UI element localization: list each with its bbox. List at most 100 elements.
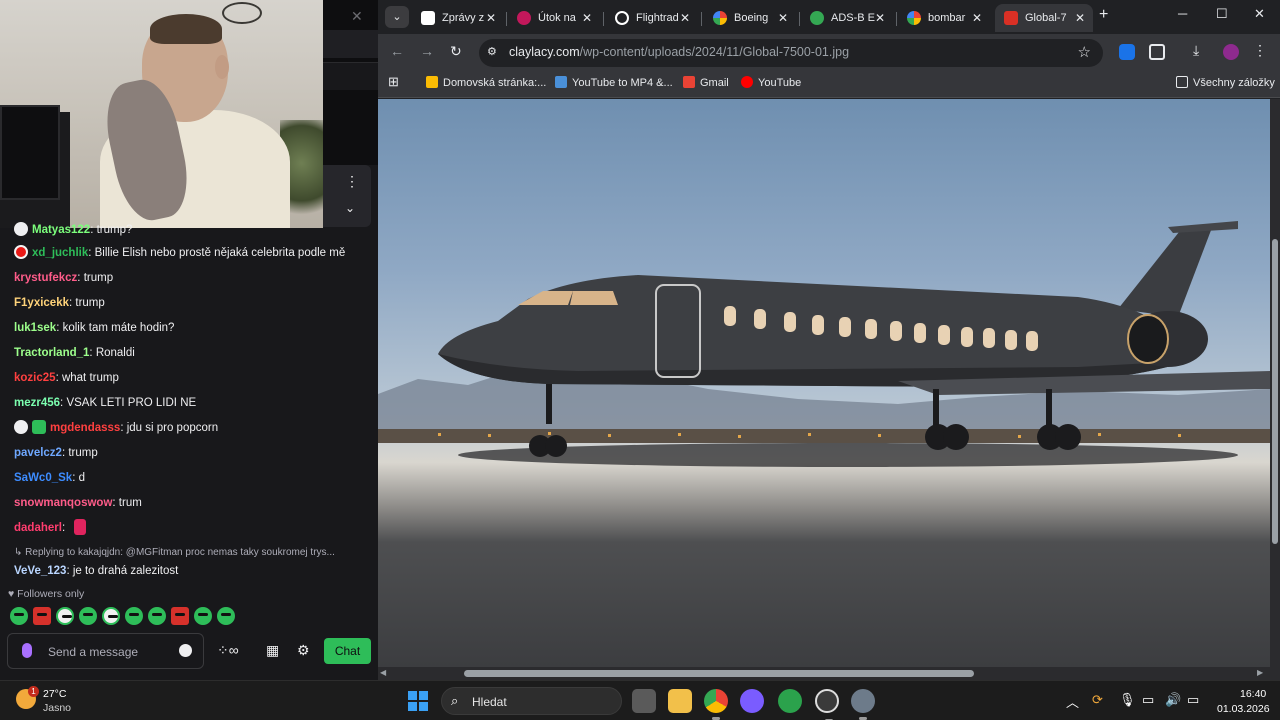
chat-message: VeVe_123: je to drahá zalezitost — [14, 565, 179, 577]
scrollbar-thumb[interactable] — [464, 670, 974, 677]
address-bar[interactable]: ⚙ claylacy.com/wp-content/uploads/2024/1… — [479, 39, 1103, 67]
tab-search-button[interactable]: ⌄ — [385, 6, 409, 28]
emote-icon[interactable] — [171, 607, 189, 625]
bookmark-star-icon[interactable]: ☆ — [1078, 43, 1091, 61]
task-view-icon[interactable] — [632, 689, 656, 713]
profile-avatar-icon[interactable] — [1223, 44, 1239, 60]
close-tab-icon[interactable]: ✕ — [972, 4, 982, 32]
emote-icon[interactable] — [148, 607, 166, 625]
site-info-icon[interactable]: ⚙ — [487, 45, 503, 61]
close-tab-icon[interactable]: ✕ — [1075, 4, 1085, 32]
followers-only-notice: ♥ Followers only — [8, 588, 85, 600]
emote-icon[interactable] — [56, 607, 74, 625]
chat-send-button[interactable]: Chat — [324, 638, 371, 664]
emote-icon[interactable] — [194, 607, 212, 625]
close-tab-icon[interactable]: ✕ — [875, 4, 885, 32]
obs-icon[interactable] — [815, 689, 839, 720]
bookmark-gmail[interactable]: Gmail — [683, 76, 729, 89]
chevron-down-icon[interactable]: ⌄ — [345, 201, 355, 215]
microphone-icon[interactable]: 🎙 — [1119, 692, 1136, 708]
reload-icon[interactable]: ↻ — [450, 43, 462, 60]
settings-gear-icon[interactable] — [851, 689, 875, 720]
forward-arrow-icon[interactable]: → — [420, 43, 434, 59]
browser-window: ⌄ Zprávy z ✕ Útok na ✕ Flightrad ✕ Boeing ✕ … — [378, 0, 1280, 680]
microphone-icon[interactable] — [22, 643, 32, 658]
tab-zpravy[interactable]: Zprávy z ✕ — [412, 4, 504, 32]
weather-temperature[interactable]: 27°C — [43, 688, 66, 700]
scroll-right-icon[interactable]: ▶ — [1257, 668, 1263, 677]
tab-boeing[interactable]: Boeing ✕ — [704, 4, 796, 32]
browser-toolbar: ← → ↻ ⚙ claylacy.com/wp-content/uploads/… — [378, 34, 1280, 70]
reply-context[interactable]: ↳ Replying to kakajqjdn: @MGFitman proc … — [0, 544, 378, 562]
scrollbar-thumb[interactable] — [1272, 239, 1278, 544]
chat-message-input[interactable] — [48, 642, 173, 662]
file-explorer-icon[interactable] — [668, 689, 692, 713]
emote-icon[interactable] — [10, 607, 28, 625]
emote-icon[interactable] — [79, 607, 97, 625]
url-text[interactable]: claylacy.com/wp-content/uploads/2024/11/… — [509, 45, 849, 59]
google-icon — [907, 11, 921, 25]
chat-message: snowmanqoswow: trum — [14, 497, 142, 509]
chat-header-partial: ✕ — [323, 0, 378, 165]
taskbar-search[interactable]: ⌕ Hledat — [441, 687, 622, 715]
flightradar-icon — [615, 11, 629, 25]
minimize-icon[interactable]: ─ — [1178, 6, 1187, 21]
close-window-icon[interactable]: ✕ — [1254, 6, 1265, 22]
vertical-scrollbar[interactable] — [1270, 99, 1280, 667]
emote-icon[interactable] — [217, 607, 235, 625]
back-arrow-icon[interactable]: ← — [390, 43, 404, 59]
tab-global-7500[interactable]: Global-7 ✕ — [995, 4, 1093, 32]
bookmark-youtube[interactable]: YouTube — [741, 76, 801, 89]
clock-date[interactable]: 01.03.2026 — [1217, 703, 1270, 715]
emote-icon[interactable] — [33, 607, 51, 625]
more-options-icon[interactable]: ⋮ — [345, 174, 359, 188]
battery-icon[interactable]: ▭ — [1187, 692, 1199, 708]
clock-time[interactable]: 16:40 — [1240, 688, 1266, 700]
heart-icon: ♥ — [8, 588, 18, 600]
photo-app-icon[interactable] — [740, 689, 764, 713]
bits-icon[interactable]: ⁘∞ — [217, 642, 239, 659]
tab-utok[interactable]: Útok na ✕ — [508, 4, 600, 32]
new-tab-button[interactable]: + — [1099, 6, 1108, 24]
maximize-icon[interactable]: ☐ — [1216, 6, 1228, 22]
download-icon[interactable]: ⤓ — [1193, 42, 1209, 58]
chrome-icon[interactable] — [704, 689, 728, 720]
chat-message: pavelcz2: trump — [14, 447, 98, 459]
tab-flightradar[interactable]: Flightrad ✕ — [606, 4, 698, 32]
settings-gear-icon[interactable]: ⚙ — [297, 642, 310, 659]
sync-icon[interactable]: ⟳ — [1092, 692, 1103, 708]
start-button[interactable] — [408, 691, 428, 711]
screen: ✕ ⋮ ⌄ Matyas122: trump? xd_juchlik: Bill… — [0, 0, 1280, 720]
jet-illustration — [378, 221, 1270, 467]
close-icon[interactable]: ✕ — [351, 8, 363, 25]
cloud-extension-icon[interactable] — [1119, 44, 1135, 60]
apps-grid-icon[interactable]: ⊞ — [388, 74, 399, 90]
emote-icon[interactable] — [102, 607, 120, 625]
bookmark-domovska[interactable]: Domovská stránka:... — [426, 76, 546, 89]
tab-adsb[interactable]: ADS-B E ✕ — [801, 4, 893, 32]
tab-bombardier[interactable]: bombar ✕ — [898, 4, 990, 32]
weather-condition[interactable]: Jasno — [43, 702, 71, 714]
volume-icon[interactable]: 🔊 — [1165, 692, 1181, 708]
show-hidden-icons-icon[interactable]: ︿ — [1066, 692, 1079, 711]
close-tab-icon[interactable]: ✕ — [778, 4, 788, 32]
chat-panel: ✕ ⋮ ⌄ Matyas122: trump? xd_juchlik: Bill… — [0, 0, 378, 680]
menu-kebab-icon[interactable]: ⋮ — [1253, 42, 1269, 58]
close-tab-icon[interactable]: ✕ — [680, 4, 690, 32]
close-tab-icon[interactable]: ✕ — [486, 4, 496, 32]
close-tab-icon[interactable]: ✕ — [582, 4, 592, 32]
all-bookmarks[interactable]: Všechny záložky — [1176, 76, 1275, 89]
scroll-left-icon[interactable]: ◀ — [380, 668, 386, 677]
display-icon[interactable]: ▭ — [1142, 692, 1154, 708]
horizontal-scrollbar[interactable]: ◀ ▶ — [378, 667, 1280, 680]
emote-icon[interactable] — [125, 607, 143, 625]
xbox-icon[interactable] — [778, 689, 802, 713]
chat-message: xd_juchlik: Billie Elish nebo prostě něj… — [0, 241, 378, 266]
gmail-icon — [683, 76, 695, 88]
store-icon[interactable]: ▦ — [266, 642, 279, 659]
emoji-picker-icon[interactable] — [179, 644, 192, 657]
bookmark-youtube-mp4[interactable]: YouTube to MP4 &... — [555, 76, 673, 89]
extensions-puzzle-icon[interactable] — [1149, 44, 1165, 60]
chat-message: Tractorland_1: Ronaldi — [14, 347, 135, 359]
folder-icon — [1176, 76, 1188, 88]
